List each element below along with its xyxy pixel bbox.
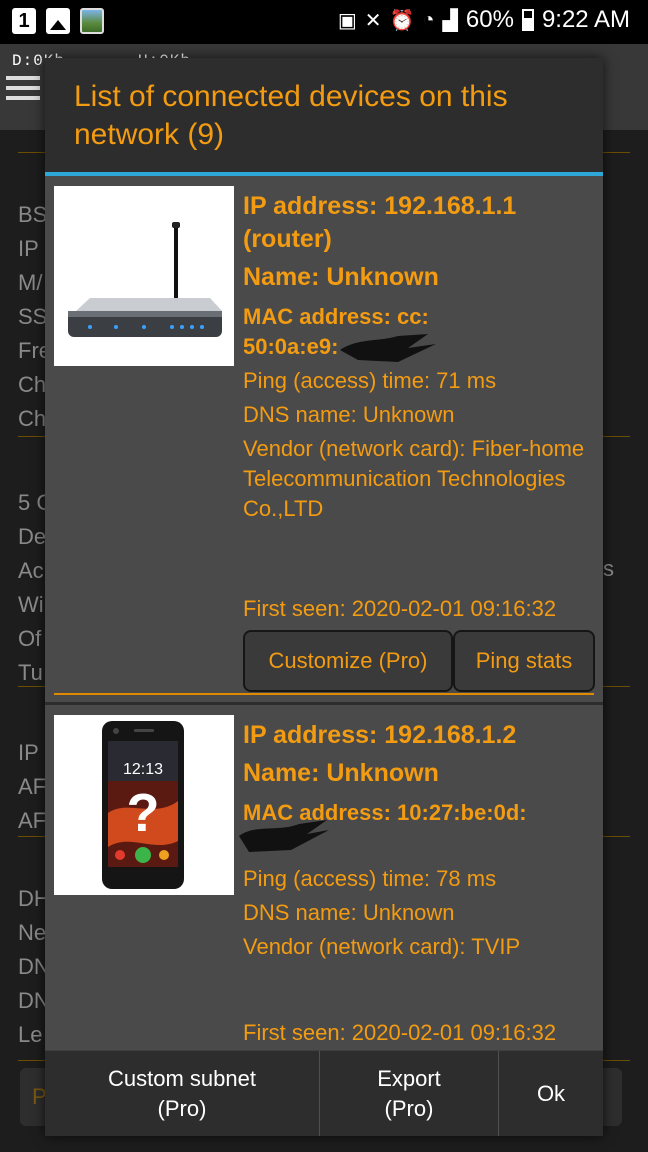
- router-image: [54, 186, 234, 366]
- device-name: Name: Unknown: [243, 759, 439, 787]
- background-label: IP: [18, 236, 39, 261]
- device-ip: IP address: 192.168.1.1 (router): [243, 192, 517, 253]
- screenshot-icon: ▣: [337, 9, 357, 32]
- background-label: IP: [18, 740, 39, 765]
- phone-image: 12:13 ?: [54, 715, 234, 895]
- device-ping: Ping (access) time: 78 ms: [243, 866, 497, 891]
- phone-clock: 12:13: [123, 761, 163, 778]
- background-fragment: s: [603, 556, 614, 581]
- background-label: M/: [18, 270, 43, 295]
- custom-subnet-button[interactable]: Custom subnet (Pro): [45, 1051, 320, 1136]
- clock: 9:22 AM: [541, 6, 630, 33]
- device-item-phone[interactable]: 12:13 ? IP address: 192.168.1.2 Name: Un…: [45, 705, 603, 1050]
- connected-devices-dialog: List of connected devices on this networ…: [45, 58, 603, 1136]
- dialog-footer: Custom subnet (Pro) Export (Pro) Ok: [45, 1050, 603, 1136]
- svg-text:?: ?: [127, 783, 160, 843]
- dialog-title: List of connected devices on this networ…: [74, 80, 508, 151]
- ping-stats-button[interactable]: Ping stats: [453, 630, 595, 692]
- background-label: SS: [18, 304, 48, 329]
- device-underline: [54, 693, 594, 695]
- gallery-icon: [46, 8, 70, 34]
- notification-one-icon: 1: [12, 8, 36, 34]
- mute-icon: ✕: [364, 9, 382, 32]
- device-mac: MAC address: 10:27:be:0d:: [239, 798, 599, 852]
- background-label: Ne: [18, 920, 47, 945]
- device-ping: Ping (access) time: 71 ms: [243, 368, 497, 393]
- device-mac: MAC address: cc: 50:0a:e9:: [243, 302, 599, 362]
- export-button[interactable]: Export (Pro): [320, 1051, 499, 1136]
- background-label: Ch: [18, 372, 47, 397]
- status-bar: 1 ▣ ✕ ⏰ ◔ ▟ 60% 9:22 AM: [0, 0, 648, 44]
- device-ip: IP address: 192.168.1.2: [243, 721, 517, 749]
- background-label: BS: [18, 202, 48, 227]
- device-vendor: Vendor (network card): Fiber-home Teleco…: [243, 436, 585, 521]
- background-label: AF: [18, 774, 47, 799]
- device-vendor: Vendor (network card): TVIP: [243, 934, 521, 959]
- background-label: Tu: [18, 660, 43, 685]
- device-dns: DNS name: Unknown: [243, 402, 455, 427]
- ok-button[interactable]: Ok: [499, 1051, 603, 1136]
- device-item-router[interactable]: IP address: 192.168.1.1 (router) Name: U…: [45, 176, 603, 702]
- alarm-icon: ⏰: [389, 9, 415, 32]
- background-label: Ch: [18, 406, 47, 431]
- hamburger-menu-icon[interactable]: [6, 76, 40, 100]
- device-dns: DNS name: Unknown: [243, 900, 455, 925]
- background-label: Of: [18, 626, 42, 651]
- signal-icon: ▟: [442, 9, 458, 32]
- battery-icon: [521, 9, 534, 31]
- device-first-seen: First seen: 2020-02-01 09:16:32: [243, 1020, 557, 1045]
- background-label: Wi: [18, 592, 44, 617]
- customize-button[interactable]: Customize (Pro): [243, 630, 453, 692]
- device-first-seen: First seen: 2020-02-01 09:16:32: [243, 596, 557, 621]
- background-label: AF: [18, 808, 47, 833]
- background-label: Ac: [18, 558, 44, 583]
- app-icon: [80, 8, 104, 34]
- battery-percent: 60%: [465, 6, 514, 33]
- device-list[interactable]: IP address: 192.168.1.1 (router) Name: U…: [45, 176, 603, 1050]
- device-name: Name: Unknown: [243, 263, 439, 291]
- wifi-icon: ◔: [422, 8, 435, 31]
- background-label: De: [18, 524, 47, 549]
- background-label: Le: [18, 1022, 43, 1047]
